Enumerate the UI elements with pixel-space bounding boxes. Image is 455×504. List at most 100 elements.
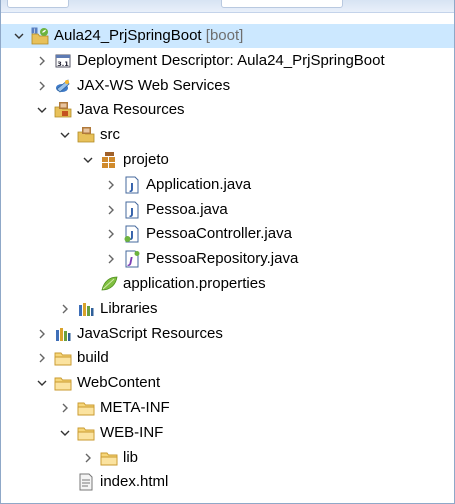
tree-item[interactable]: J Application.java — [1, 173, 454, 197]
tree-item-label: lib — [123, 446, 138, 470]
tree-item-label: build — [77, 346, 109, 370]
html-file-icon — [77, 473, 95, 491]
tree-item-name: build — [77, 349, 109, 367]
tree-item-name: JAX-WS Web Services — [77, 76, 231, 94]
deployment-descriptor-icon: 3.1 — [54, 52, 72, 70]
tree-item-label: JavaScript Resources — [77, 322, 223, 346]
tree-item-label: WebContent — [77, 371, 160, 395]
source-folder-icon — [77, 126, 95, 144]
libraries-icon — [77, 300, 95, 318]
package-icon — [100, 151, 118, 169]
folder-icon — [77, 399, 95, 417]
folder-icon — [77, 424, 95, 442]
tree-item[interactable]: WebContent — [1, 371, 454, 395]
tree-item[interactable]: J PessoaController.java — [1, 222, 454, 246]
project-explorer-panel: J Aula24_PrjSpringBoot [boot] 3.1 Deploymen… — [0, 0, 455, 504]
tree-item[interactable]: index.html — [1, 470, 454, 494]
java-interface-file-icon: J — [123, 250, 141, 268]
tree-item-label: Pessoa.java — [146, 198, 228, 222]
view-tab-strip — [1, 0, 454, 13]
tree-item[interactable]: J Aula24_PrjSpringBoot [boot] — [1, 24, 454, 48]
collapse-chevron-icon[interactable] — [10, 24, 28, 48]
expand-chevron-icon[interactable] — [33, 322, 51, 346]
expand-chevron-icon[interactable] — [102, 247, 120, 271]
collapse-chevron-icon[interactable] — [56, 123, 74, 147]
expand-chevron-icon[interactable] — [79, 446, 97, 470]
expand-chevron-icon[interactable] — [102, 198, 120, 222]
expand-chevron-icon[interactable] — [102, 222, 120, 246]
tree-item[interactable]: projeto — [1, 148, 454, 172]
tree-item-name: src — [100, 126, 120, 144]
tree-item-label: JAX-WS Web Services — [77, 74, 230, 98]
expand-chevron-icon[interactable] — [56, 297, 74, 321]
tree-item[interactable]: J PessoaRepository.java — [1, 247, 454, 271]
tree-item-label: WEB-INF — [100, 421, 163, 445]
collapse-chevron-icon[interactable] — [33, 98, 51, 122]
svg-text:J: J — [129, 182, 134, 193]
tree-item-label: index.html — [100, 470, 168, 494]
spring-project-icon: J — [31, 27, 49, 45]
java-file-icon: J — [123, 201, 141, 219]
tree-item[interactable]: META-INF — [1, 396, 454, 420]
folder-icon — [54, 374, 72, 392]
folder-icon — [100, 449, 118, 467]
web-services-icon — [54, 77, 72, 95]
tree-item-name: Aula24_PrjSpringBoot — [54, 27, 202, 44]
svg-text:3.1: 3.1 — [57, 60, 69, 68]
view-tab[interactable] — [7, 0, 69, 8]
tree-item-name: WEB-INF — [100, 423, 164, 441]
tree-item[interactable]: Libraries — [1, 297, 454, 321]
tree-item-name: Deployment Descriptor: Aula24_PrjSpringB… — [77, 51, 385, 69]
tree-item-label: src — [100, 123, 120, 147]
tree-item-label: Aula24_PrjSpringBoot [boot] — [54, 24, 243, 48]
tree-item-label: Libraries — [100, 297, 158, 321]
tree-item[interactable]: WEB-INF — [1, 421, 454, 445]
tree-item-label: Application.java — [146, 173, 251, 197]
tree-item[interactable]: src — [1, 123, 454, 147]
tree-item[interactable]: J Pessoa.java — [1, 198, 454, 222]
collapse-chevron-icon[interactable] — [33, 371, 51, 395]
svg-text:J: J — [33, 29, 35, 35]
expand-chevron-icon[interactable] — [102, 173, 120, 197]
tree-item-label: PessoaRepository.java — [146, 247, 298, 271]
tree-item-name: index.html — [100, 473, 169, 491]
tree-item[interactable]: Java Resources — [1, 98, 454, 122]
tree-item[interactable]: build — [1, 346, 454, 370]
collapse-chevron-icon[interactable] — [56, 421, 74, 445]
tree-item[interactable]: JAX-WS Web Services — [1, 74, 454, 98]
expand-chevron-icon[interactable] — [56, 396, 74, 420]
tree-item[interactable]: JavaScript Resources — [1, 322, 454, 346]
tree-item-label: Java Resources — [77, 98, 185, 122]
java-resources-icon — [54, 101, 72, 119]
javascript-resources-icon — [54, 325, 72, 343]
java-controller-file-icon: J — [123, 225, 141, 243]
tree-item-name: PessoaRepository.java — [146, 250, 299, 268]
tree-item-name: JavaScript Resources — [77, 324, 223, 342]
tree-item-name: PessoaController.java — [146, 225, 292, 243]
expand-chevron-icon[interactable] — [33, 74, 51, 98]
view-toolbar[interactable] — [221, 0, 343, 8]
tree-item[interactable]: application.properties — [1, 272, 454, 296]
tree-item-name: Libraries — [100, 299, 158, 317]
tree-item-label: application.properties — [123, 272, 266, 296]
expand-chevron-icon[interactable] — [33, 346, 51, 370]
svg-text:J: J — [129, 207, 134, 218]
tree-item-name: lib — [123, 448, 139, 466]
tree-item-label: projeto — [123, 148, 169, 172]
tree-item[interactable]: 3.1 Deployment Descriptor: Aula24_PrjSpri… — [1, 49, 454, 73]
expand-chevron-icon[interactable] — [33, 49, 51, 73]
tree-item-name: WebContent — [77, 374, 161, 392]
java-file-icon: J — [123, 176, 141, 194]
properties-file-icon — [100, 275, 118, 293]
tree-item-name: projeto — [123, 151, 169, 168]
tree-item-label: Deployment Descriptor: Aula24_PrjSpringB… — [77, 49, 385, 73]
tree-item[interactable]: lib — [1, 446, 454, 470]
collapse-chevron-icon[interactable] — [79, 148, 97, 172]
tree-item-label: META-INF — [100, 396, 170, 420]
tree-item-name: Pessoa.java — [146, 200, 228, 218]
tree-item-name: Application.java — [146, 175, 252, 193]
tree-item-name: Java Resources — [77, 101, 185, 119]
tree-item-label: PessoaController.java — [146, 222, 292, 246]
tree-item-name: application.properties — [123, 275, 266, 292]
folder-icon — [54, 349, 72, 367]
